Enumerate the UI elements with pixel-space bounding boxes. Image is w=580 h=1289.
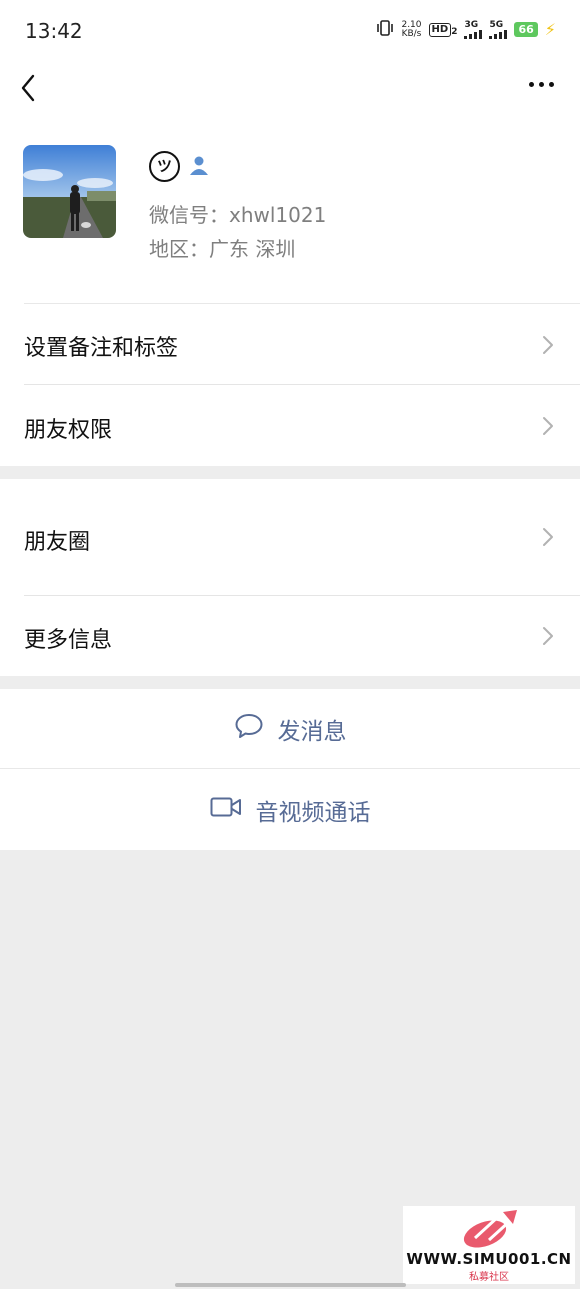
vibrate-icon <box>376 20 394 39</box>
menu-item-friend-permissions[interactable]: 朋友权限 <box>0 385 580 466</box>
hd-indicator: HD 2 <box>428 22 458 37</box>
watermark: WWW.SIMU001.CN 私募社区 <box>403 1206 575 1284</box>
chevron-right-icon <box>542 416 554 436</box>
signal-bars-icon <box>464 29 483 39</box>
watermark-site: WWW.SIMU001.CN <box>406 1250 572 1268</box>
chevron-left-icon[interactable] <box>18 71 40 105</box>
wechat-id: 微信号：xhwl1021 <box>149 203 327 227</box>
menu-item-label: 更多信息 <box>24 628 113 653</box>
nickname-row: ツ <box>149 151 210 182</box>
status-bar: 13:42 2.10 KB/s HD 2 3G 5G 66 ⚡ <box>0 0 580 62</box>
profile-card: ツ 微信号：xhwl1021 地区：广东 深圳 <box>0 117 580 303</box>
net1-label: 3G <box>464 19 479 30</box>
menu-item-label: 设置备注和标签 <box>24 336 179 361</box>
chevron-right-icon <box>542 527 554 547</box>
speed-unit: KB/s <box>401 28 422 39</box>
menu-item-remark-tags[interactable]: 设置备注和标签 <box>0 304 580 385</box>
contact-person-icon <box>188 154 210 180</box>
menu-item-more-info[interactable]: 更多信息 <box>0 596 580 676</box>
chevron-right-icon <box>542 626 554 646</box>
signal-3g: 3G <box>464 19 483 39</box>
signal-5g: 5G <box>489 19 508 39</box>
nav-bar <box>0 62 580 117</box>
home-indicator[interactable] <box>175 1283 406 1287</box>
menu-item-label: 朋友权限 <box>24 418 113 443</box>
nickname: ツ <box>149 151 180 182</box>
network-speed: 2.10 KB/s <box>401 20 422 39</box>
chat-bubble-icon <box>234 712 264 746</box>
signal-bars-icon <box>489 29 508 39</box>
watermark-logo-icon <box>459 1208 521 1252</box>
watermark-name: 私募社区 <box>469 1272 509 1283</box>
video-camera-icon <box>210 796 242 824</box>
menu-item-label: 朋友圈 <box>24 530 91 555</box>
avatar[interactable] <box>23 145 116 238</box>
video-call-label: 音视频通话 <box>255 799 371 826</box>
ellipsis-icon[interactable] <box>529 82 554 87</box>
region: 地区：广东 深圳 <box>149 237 296 261</box>
status-time: 13:42 <box>25 19 83 43</box>
video-call-button[interactable]: 音视频通话 <box>0 769 580 850</box>
charging-icon: ⚡ <box>544 20 556 39</box>
hd-sub: 2 <box>451 26 458 37</box>
menu-item-moments[interactable]: 朋友圈 <box>0 479 580 596</box>
battery-icon: 66 <box>514 22 538 37</box>
hd-label: HD <box>428 22 452 37</box>
chevron-right-icon <box>542 335 554 355</box>
send-message-button[interactable]: 发消息 <box>0 689 580 769</box>
send-message-label: 发消息 <box>277 719 347 745</box>
net2-label: 5G <box>489 19 504 30</box>
